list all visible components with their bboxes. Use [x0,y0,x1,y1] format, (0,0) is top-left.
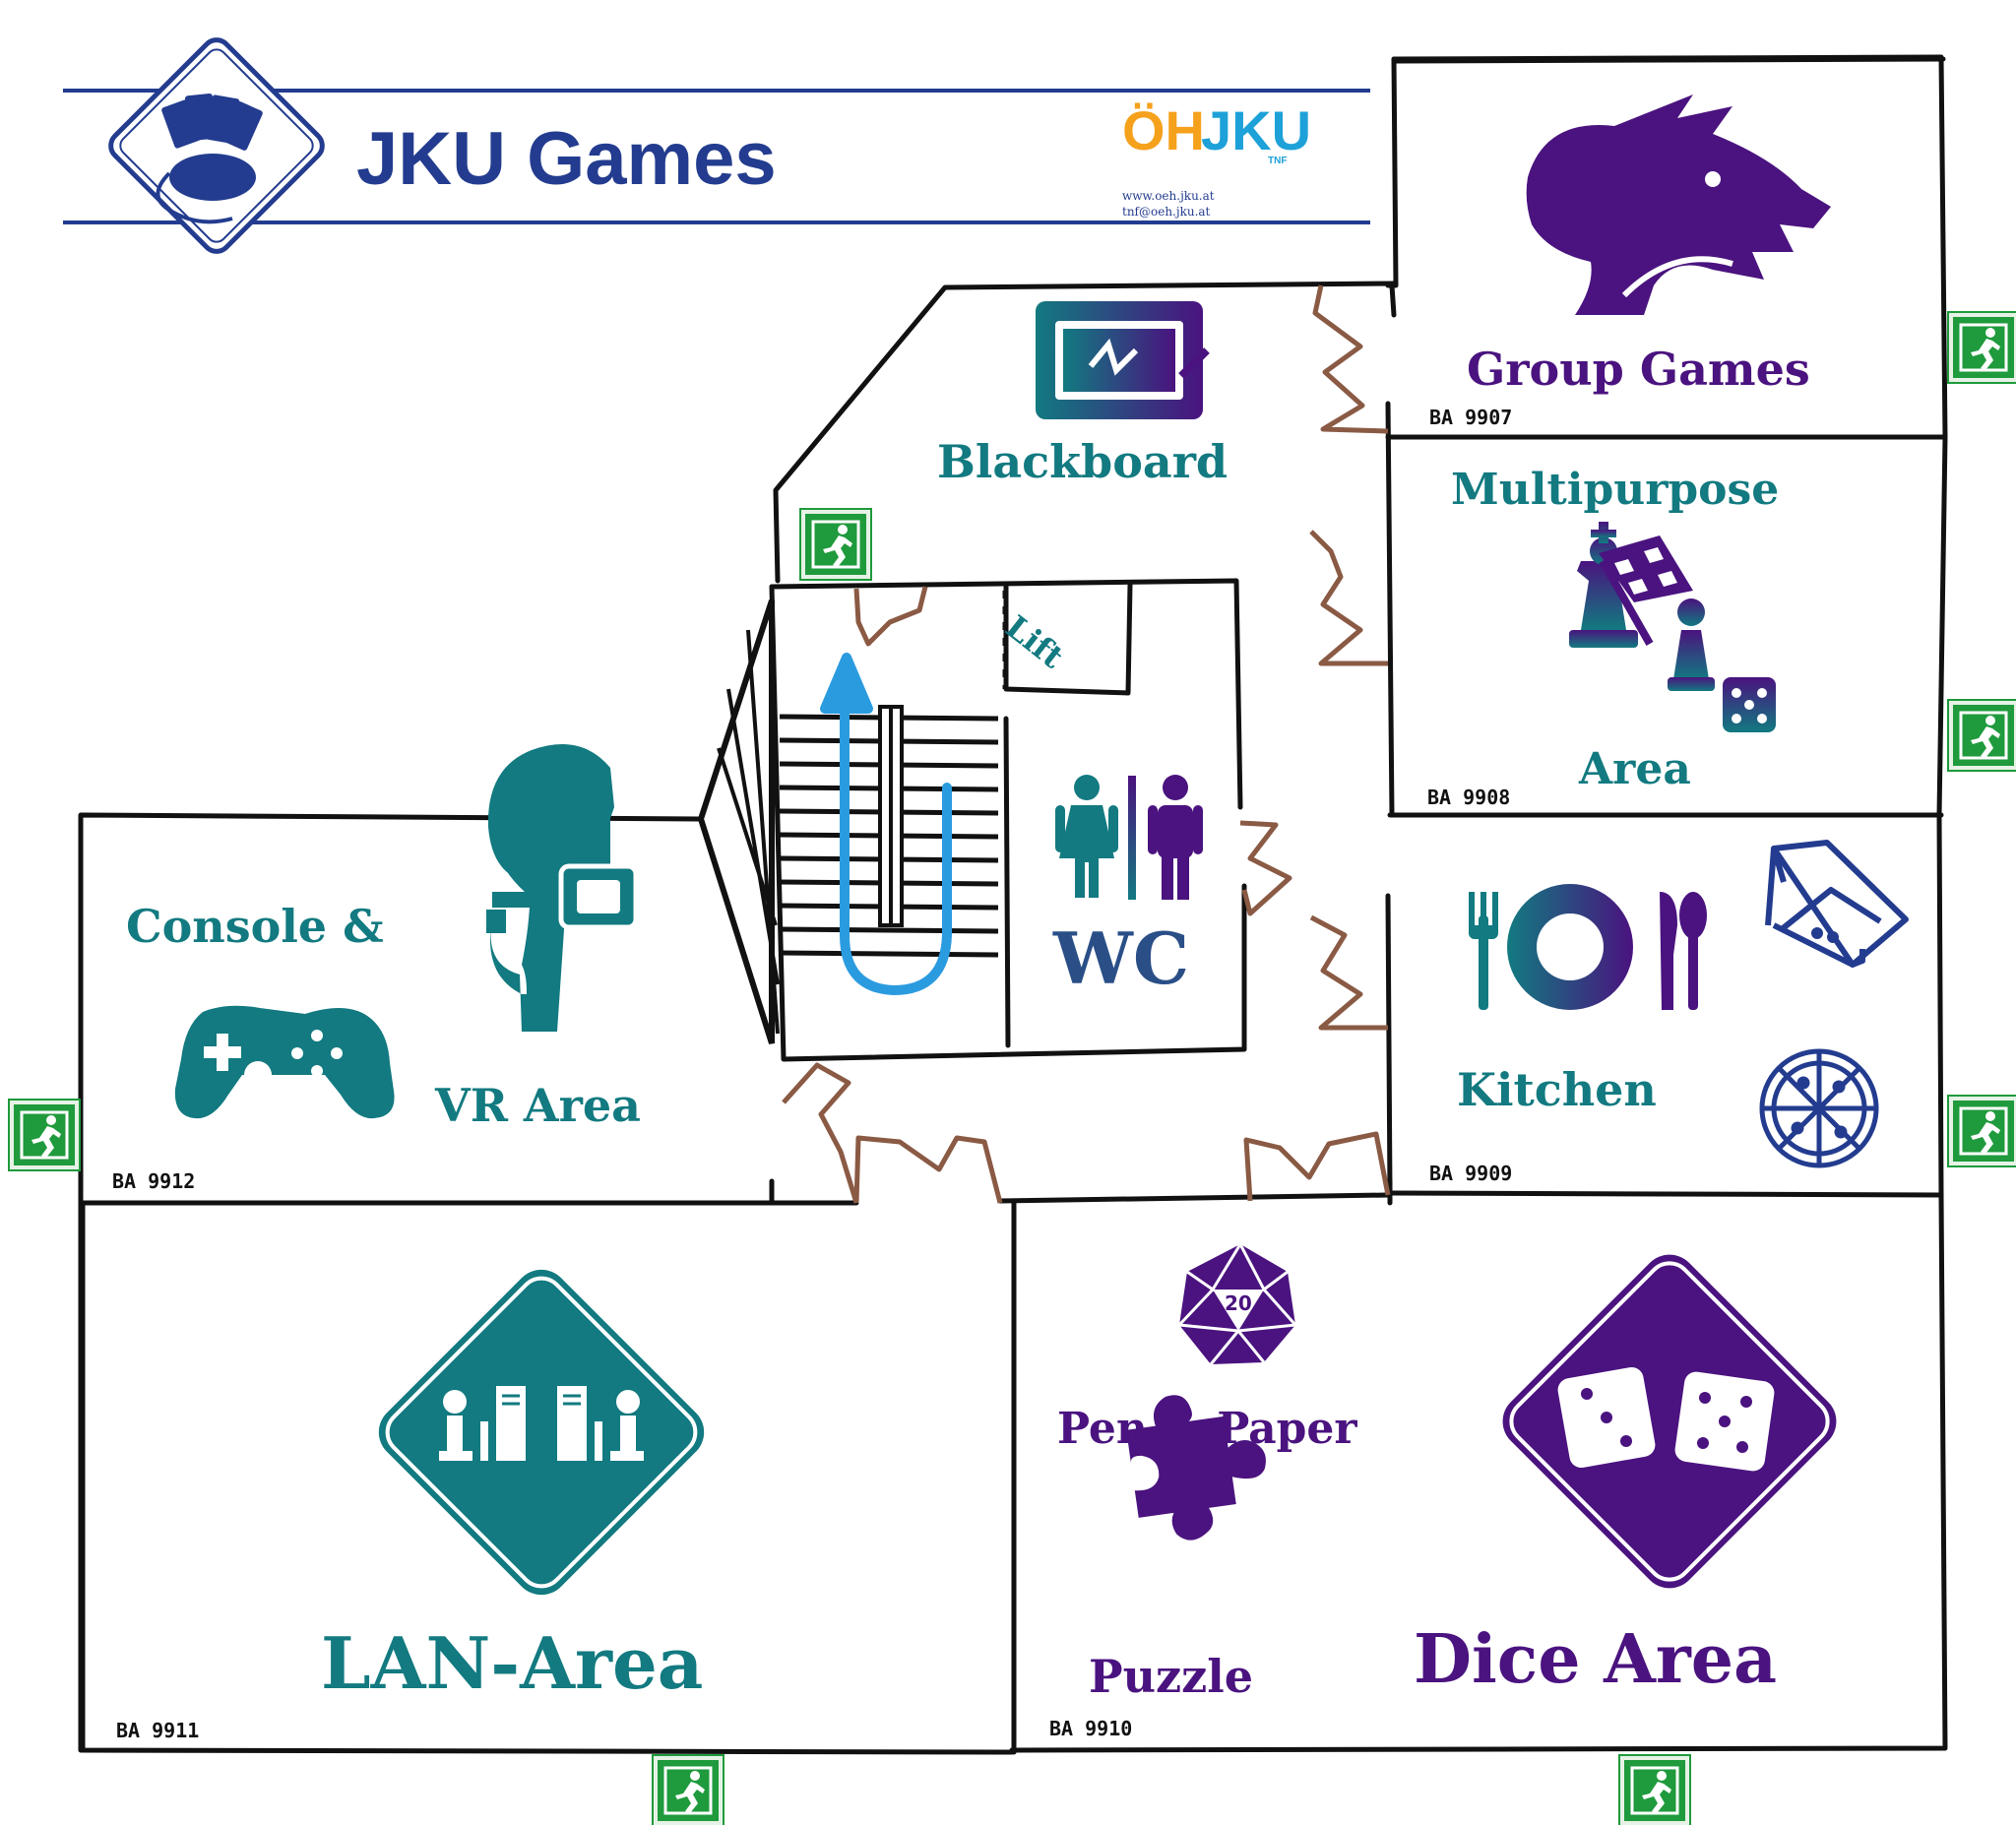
emergency-exit-icon [10,1101,79,1169]
logo-email: tnf@oeh.jku.at [1122,205,1211,219]
room-label-multipurpose: Multipurpose [1451,465,1780,515]
logo-web: www.oeh.jku.at [1122,189,1215,203]
page-title: JKU Games [356,117,777,201]
emergency-exit-icon [1949,313,2016,382]
pizza-icon [1759,1048,1879,1168]
room-code-9912: BA 9912 [112,1169,196,1193]
room-label-group-games: Group Games [1467,343,1810,396]
d20-number: 20 [1225,1291,1252,1315]
emergency-exit-icon [1949,701,2016,770]
emergency-exit-icon [654,1756,723,1825]
doors [782,284,1391,1204]
label-wc: WC [1053,916,1190,1000]
floor-plan: JKU Games ÖH JKU TNF www.oeh.jku.at tnf@… [0,0,2016,1825]
room-code-9910: BA 9910 [1049,1717,1133,1740]
emergency-exit-icon [1620,1756,1689,1825]
pizza-box-icon [1765,840,1909,968]
emergency-exit-icon [1949,1097,2016,1165]
room-label-lan-area: LAN-Area [321,1621,704,1705]
room-label-console: Console & [126,900,384,953]
room-code-9908: BA 9908 [1427,786,1511,809]
logo-oh: ÖH [1122,99,1205,161]
cutlery-plate-icon [1469,884,1707,1010]
wc-icon [1055,775,1203,900]
chess-flag-dice-icon [1569,522,1776,732]
gamepad-icon [174,1005,395,1119]
wolf-icon [1526,94,1831,315]
dice-icon [1502,1254,1837,1589]
room-label-vr-area: VR Area [435,1079,641,1132]
room-label-dice-area: Dice Area [1414,1620,1778,1699]
room-code-9911: BA 9911 [116,1719,200,1742]
blackboard-icon [1036,301,1210,419]
room-code-9907: BA 9907 [1429,406,1513,429]
label-puzzle: Puzzle [1089,1650,1254,1703]
oeh-jku-logo: ÖH JKU TNF www.oeh.jku.at tnf@oeh.jku.at [1122,98,1311,226]
logo-jku: JKU [1201,99,1312,161]
room-label-area: Area [1579,744,1691,794]
room-label-kitchen: Kitchen [1457,1063,1657,1116]
vr-headset-icon [486,744,639,1032]
room-code-9909: BA 9909 [1429,1162,1513,1185]
label-pen-paper: Pen & Paper [1057,1404,1357,1454]
logo-tnf: TNF [1268,156,1288,166]
lan-computers-icon [378,1269,705,1596]
emergency-exit-icon [801,510,870,579]
label-blackboard: Blackboard [937,435,1228,488]
